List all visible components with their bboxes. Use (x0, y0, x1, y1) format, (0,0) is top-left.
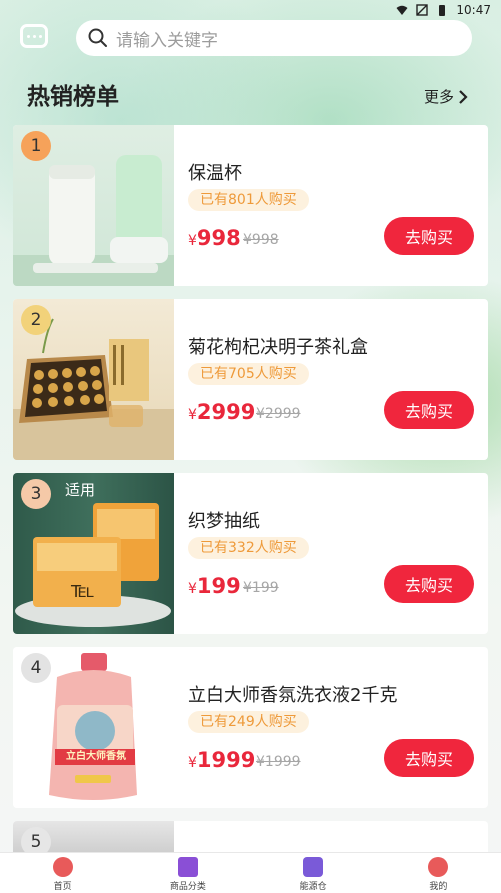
search-icon (88, 28, 107, 47)
tab-label: 商品分类 (169, 882, 206, 892)
sold-badge: 已有705人购买 (188, 363, 309, 385)
product-price: ¥998 (188, 226, 241, 250)
status-time: 10:47 (456, 3, 491, 17)
thumb-overlay-text: 适用 (65, 481, 96, 499)
header: 请输入关键字 (0, 20, 501, 60)
buy-button[interactable]: 去购买 (384, 739, 474, 777)
buy-button[interactable]: 去购买 (384, 565, 474, 603)
search-placeholder: 请输入关键字 (116, 30, 218, 51)
tab-label: 我的 (429, 882, 448, 892)
rank-badge: 3 (21, 479, 51, 509)
sold-badge: 已有332人购买 (188, 537, 309, 559)
currency-symbol: ¥ (188, 755, 197, 771)
price-value: 1999 (196, 748, 256, 772)
product-card[interactable]: 5 (13, 821, 488, 852)
buy-button[interactable]: 去购买 (384, 217, 474, 255)
profile-icon (428, 857, 449, 877)
home-icon (52, 857, 73, 877)
product-name: 立白大师香氛洗衣液2千克 (188, 685, 398, 706)
tab-label: 首页 (53, 882, 72, 892)
product-name: 菊花枸杞决明子茶礼盒 (188, 337, 368, 358)
wifi-icon (396, 5, 408, 15)
original-price: ¥199 (243, 580, 279, 596)
bottle-label-text: 立白大师香氛 (66, 751, 126, 762)
price-value: 2999 (196, 400, 256, 424)
rank-badge: 2 (21, 305, 51, 335)
price-value: 199 (196, 574, 241, 598)
sold-badge: 已有801人购买 (188, 189, 309, 211)
rank-badge: 1 (21, 131, 51, 161)
status-bar: 10:47 (0, 0, 501, 20)
energy-icon (303, 857, 324, 877)
tab-home[interactable]: 首页 (0, 853, 125, 893)
original-price: ¥2999 (256, 406, 301, 422)
price-value: 998 (196, 226, 241, 250)
original-price: ¥1999 (256, 754, 301, 770)
rank-badge: 5 (21, 827, 51, 852)
product-price: ¥199 (188, 574, 241, 598)
more-label: 更多 (424, 88, 455, 106)
tab-categories[interactable]: 商品分类 (125, 853, 250, 893)
tab-bar: 首页 商品分类 能源仓 我的 (0, 852, 501, 893)
product-card[interactable]: 2 菊花枸杞决明子茶礼盒 已有705人购买 ¥2999 ¥2999 去购买 (13, 299, 488, 460)
product-price: ¥1999 (188, 748, 255, 772)
battery-icon (439, 5, 446, 16)
product-card[interactable]: 1 保温杯 已有801人购买 ¥998 ¥998 去购买 (13, 125, 488, 286)
product-card[interactable]: ℡ 适用 3 织梦抽纸 已有332人购买 ¥199 ¥199 去购买 (13, 473, 488, 634)
section-title: 热销榜单 (27, 84, 119, 110)
tab-profile[interactable]: 我的 (376, 853, 501, 893)
search-input[interactable]: 请输入关键字 (76, 20, 472, 56)
tab-label: 能源仓 (299, 882, 327, 892)
more-link[interactable]: 更多 (424, 86, 468, 107)
currency-symbol: ¥ (188, 233, 197, 249)
original-price: ¥998 (243, 232, 279, 248)
product-card[interactable]: 立白大师香氛 4 立白大师香氛洗衣液2千克 已有249人购买 ¥1999 ¥19… (13, 647, 488, 808)
product-name: 织梦抽纸 (188, 511, 260, 532)
rank-badge: 4 (21, 653, 51, 683)
currency-symbol: ¥ (188, 407, 197, 423)
message-icon[interactable] (20, 24, 48, 48)
currency-symbol: ¥ (188, 581, 197, 597)
gift-icon (177, 857, 198, 877)
product-name: 保温杯 (188, 163, 242, 184)
chevron-right-icon (459, 89, 468, 104)
product-price: ¥2999 (188, 400, 255, 424)
tab-energy[interactable]: 能源仓 (251, 853, 376, 893)
svg-text:℡: ℡ (70, 578, 95, 603)
no-signal-icon (416, 4, 429, 16)
sold-badge: 已有249人购买 (188, 711, 309, 733)
buy-button[interactable]: 去购买 (384, 391, 474, 429)
